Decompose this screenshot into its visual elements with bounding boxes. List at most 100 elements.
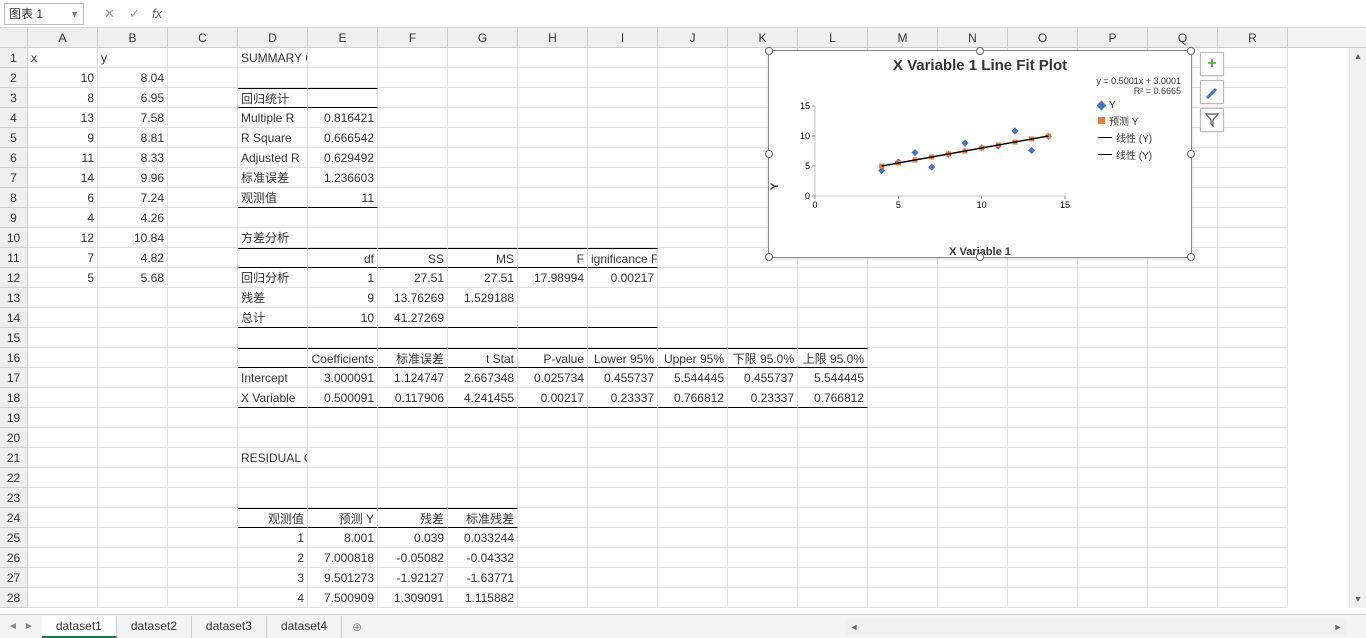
- cell[interactable]: 0.039: [378, 528, 448, 548]
- cell[interactable]: [448, 188, 518, 208]
- cell[interactable]: 0.455737: [588, 368, 658, 388]
- cell[interactable]: [168, 148, 238, 168]
- cell[interactable]: [1148, 348, 1218, 368]
- cell[interactable]: [658, 588, 728, 608]
- cell[interactable]: [308, 228, 378, 248]
- cell[interactable]: 1.124747: [378, 368, 448, 388]
- cell[interactable]: 7.500909: [308, 588, 378, 608]
- cell[interactable]: 0.00217: [518, 388, 588, 408]
- cell[interactable]: [868, 488, 938, 508]
- cell[interactable]: [518, 548, 588, 568]
- cell[interactable]: 观测值: [238, 508, 308, 528]
- cell[interactable]: [1218, 508, 1288, 528]
- cell[interactable]: [728, 508, 798, 528]
- legend-item[interactable]: 线性 (Y): [1098, 130, 1189, 145]
- cell[interactable]: [518, 108, 588, 128]
- row-header[interactable]: 21: [0, 448, 28, 468]
- row-header[interactable]: 18: [0, 388, 28, 408]
- cell[interactable]: [168, 348, 238, 368]
- cell[interactable]: [448, 108, 518, 128]
- cell[interactable]: 0.23337: [728, 388, 798, 408]
- cell[interactable]: 9: [308, 288, 378, 308]
- cell[interactable]: 标准误差: [378, 348, 448, 368]
- select-all-corner[interactable]: [0, 28, 28, 47]
- cell[interactable]: [1148, 508, 1218, 528]
- add-sheet-button[interactable]: ⊕: [342, 620, 372, 634]
- cell[interactable]: [448, 88, 518, 108]
- cell[interactable]: [378, 148, 448, 168]
- tab-prev-icon[interactable]: ◄: [8, 621, 18, 632]
- cell[interactable]: [378, 408, 448, 428]
- cell[interactable]: [1008, 388, 1078, 408]
- cell[interactable]: [658, 148, 728, 168]
- cell[interactable]: [1008, 528, 1078, 548]
- cell[interactable]: [658, 528, 728, 548]
- resize-handle[interactable]: [1187, 253, 1195, 261]
- cell[interactable]: 残差: [238, 288, 308, 308]
- cell[interactable]: [98, 308, 168, 328]
- cell[interactable]: [378, 48, 448, 68]
- cell[interactable]: [868, 448, 938, 468]
- cell[interactable]: [518, 68, 588, 88]
- legend-item[interactable]: 预测 Y: [1098, 113, 1189, 128]
- cell[interactable]: [588, 188, 658, 208]
- cell[interactable]: [238, 208, 308, 228]
- cell[interactable]: [1008, 548, 1078, 568]
- sheet-tab[interactable]: dataset3: [192, 616, 267, 638]
- row-header[interactable]: 23: [0, 488, 28, 508]
- cell[interactable]: [588, 528, 658, 548]
- cell[interactable]: 11: [308, 188, 378, 208]
- sheet-tab[interactable]: dataset4: [267, 616, 342, 638]
- cell[interactable]: 2: [238, 548, 308, 568]
- column-header[interactable]: N: [938, 28, 1008, 47]
- cell[interactable]: [938, 328, 1008, 348]
- cell[interactable]: [1148, 548, 1218, 568]
- cell[interactable]: SS: [378, 248, 448, 268]
- cell[interactable]: [168, 68, 238, 88]
- cell[interactable]: [518, 448, 588, 468]
- cell[interactable]: [588, 508, 658, 528]
- cell[interactable]: [868, 388, 938, 408]
- cell[interactable]: [1148, 328, 1218, 348]
- cell[interactable]: [378, 128, 448, 148]
- cell[interactable]: 2.667348: [448, 368, 518, 388]
- cell[interactable]: Intercept: [238, 368, 308, 388]
- cell[interactable]: [98, 368, 168, 388]
- cell[interactable]: [518, 148, 588, 168]
- cell[interactable]: [1218, 548, 1288, 568]
- fx-icon[interactable]: fx: [152, 6, 162, 21]
- cell[interactable]: [98, 288, 168, 308]
- cell[interactable]: x: [28, 48, 98, 68]
- cell[interactable]: [938, 508, 1008, 528]
- cell[interactable]: [588, 408, 658, 428]
- cell[interactable]: [1148, 268, 1218, 288]
- chart-elements-button[interactable]: +: [1200, 52, 1224, 76]
- cell[interactable]: [588, 108, 658, 128]
- cell[interactable]: [938, 308, 1008, 328]
- cell[interactable]: [868, 328, 938, 348]
- cell[interactable]: [1078, 468, 1148, 488]
- cell[interactable]: [658, 308, 728, 328]
- cell[interactable]: [238, 408, 308, 428]
- cell[interactable]: [798, 488, 868, 508]
- cell[interactable]: -1.63771: [448, 568, 518, 588]
- column-header[interactable]: L: [798, 28, 868, 47]
- cell[interactable]: [588, 148, 658, 168]
- cell[interactable]: [938, 268, 1008, 288]
- cell[interactable]: [868, 348, 938, 368]
- cell[interactable]: [588, 548, 658, 568]
- cell[interactable]: [308, 88, 378, 108]
- column-header[interactable]: G: [448, 28, 518, 47]
- plot-area[interactable]: 051015051015: [785, 96, 1096, 246]
- cell[interactable]: 0.629492: [308, 148, 378, 168]
- scroll-down-icon[interactable]: ▼: [1350, 591, 1366, 608]
- cell[interactable]: 3.000091: [308, 368, 378, 388]
- cell[interactable]: 7: [28, 248, 98, 268]
- column-header[interactable]: H: [518, 28, 588, 47]
- cell[interactable]: Lower 95%: [588, 348, 658, 368]
- cell[interactable]: [168, 448, 238, 468]
- cell[interactable]: [588, 588, 658, 608]
- cell[interactable]: [448, 488, 518, 508]
- cell[interactable]: [938, 408, 1008, 428]
- cell[interactable]: [238, 428, 308, 448]
